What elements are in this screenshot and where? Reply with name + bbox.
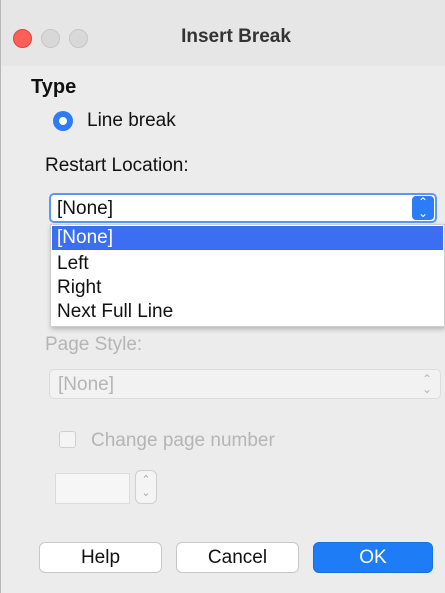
cancel-button[interactable]: Cancel bbox=[176, 542, 299, 573]
change-page-number-label: Change page number bbox=[91, 430, 275, 451]
insert-break-dialog: Insert Break Type Line break Restart Loc… bbox=[0, 0, 445, 593]
dropdown-option-next-full-line[interactable]: Next Full Line bbox=[52, 300, 443, 324]
help-button[interactable]: Help bbox=[39, 542, 162, 573]
type-heading: Type bbox=[31, 76, 77, 98]
chevron-updown-icon: ⌃ ⌄ bbox=[421, 372, 432, 396]
page-style-value: [None] bbox=[58, 374, 114, 395]
dropdown-option-none[interactable]: [None] bbox=[52, 226, 443, 250]
page-number-stepper: ⌃ ⌄ bbox=[135, 470, 157, 504]
title-bar: Insert Break bbox=[1, 0, 445, 66]
restart-location-select[interactable]: [None] ⌃ ⌄ bbox=[49, 193, 437, 223]
page-style-select: [None] ⌃ ⌄ bbox=[49, 369, 441, 399]
page-number-input bbox=[55, 473, 130, 504]
line-break-label[interactable]: Line break bbox=[87, 110, 176, 132]
page-style-label: Page Style: bbox=[45, 334, 143, 355]
restart-location-value: [None] bbox=[57, 198, 113, 219]
change-page-number-checkbox bbox=[59, 431, 76, 448]
dropdown-option-right[interactable]: Right bbox=[52, 276, 443, 300]
dropdown-option-left[interactable]: Left bbox=[52, 252, 443, 276]
ok-button[interactable]: OK bbox=[313, 542, 433, 573]
zoom-window-button[interactable] bbox=[69, 29, 88, 48]
restart-location-dropdown-list: [None] Left Right Next Full Line bbox=[50, 224, 445, 327]
minimize-window-button[interactable] bbox=[41, 29, 60, 48]
window-title: Insert Break bbox=[181, 26, 291, 47]
restart-location-label: Restart Location: bbox=[45, 155, 189, 176]
chevron-updown-icon[interactable]: ⌃ ⌄ bbox=[412, 196, 434, 220]
line-break-radio[interactable] bbox=[53, 111, 73, 131]
dialog-body bbox=[1, 66, 445, 593]
close-window-button[interactable] bbox=[13, 29, 32, 48]
